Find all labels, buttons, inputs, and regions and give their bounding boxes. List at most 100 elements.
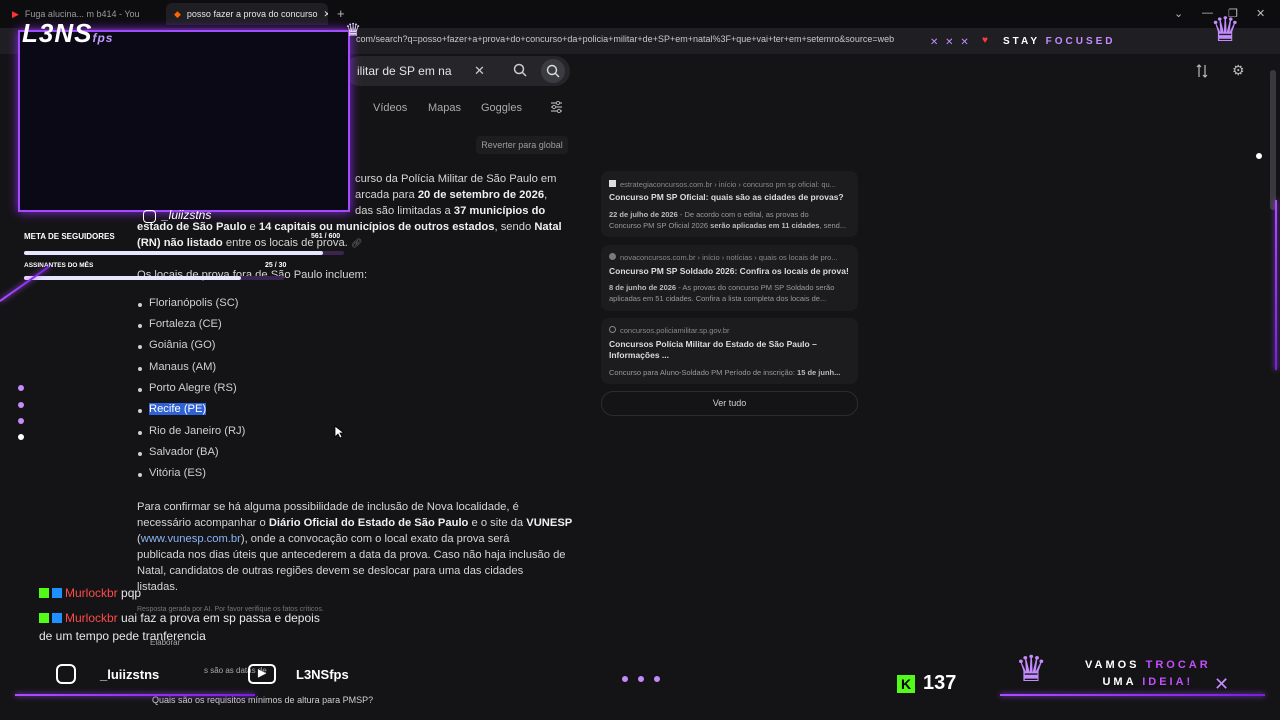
source-title[interactable]: Concursos Polícia Militar do Estado de S… xyxy=(609,339,829,361)
chat-message: Murlockbr uai faz a prova em sp passa e … xyxy=(39,609,320,627)
answer-line-1: curso da Polícia Militar de São Paulo em xyxy=(355,173,557,185)
crown-icon: ♛ xyxy=(1210,11,1241,49)
search-options-icon[interactable] xyxy=(550,101,563,113)
source-desc: 22 de julho de 2026 - De acordo com o ed… xyxy=(609,210,809,219)
instagram-icon xyxy=(56,664,76,684)
follower-goal-label: META DE SEGUIDORES xyxy=(24,232,115,241)
paragraph-2-line-6: listadas. xyxy=(137,581,179,593)
search-input[interactable]: ilitar de SP em na xyxy=(357,64,452,78)
source-domain: estrategiaconcursos.com.br › início › co… xyxy=(609,180,849,189)
source-desc: 8 de junho de 2026 - As provas do concur… xyxy=(609,283,835,292)
list-item: Rio de Janeiro (RJ) xyxy=(137,425,246,437)
x-decor: ✕ xyxy=(1214,674,1230,694)
youtube-icon: ▶ xyxy=(248,664,276,684)
heart-icon: ♥ xyxy=(982,35,988,46)
chat-message-cont: de um tempo pede tranferencia xyxy=(39,629,206,643)
vunesp-link[interactable]: www.vunesp.com.br xyxy=(141,533,241,545)
dot-decor xyxy=(1256,153,1262,159)
dot-decor xyxy=(18,385,24,391)
screen: ▶ Fuga alucina... m b414 - You ◆ posso f… xyxy=(0,0,1280,720)
youtube-social: ▶ L3NSfps xyxy=(248,658,349,690)
instagram-handle-small: _luiizstns xyxy=(162,208,212,222)
chat-message: Murlockbr pqp xyxy=(39,584,141,602)
tab-search[interactable]: ◆ posso fazer a prova do concurso ✕ xyxy=(166,3,328,25)
vamos-trocar-banner: VAMOS TROCAR UMA IDEIA! xyxy=(1085,659,1211,688)
list-item: Manaus (AM) xyxy=(137,361,217,373)
tab-search-menu-icon[interactable]: ⌄ xyxy=(1174,7,1183,20)
close-tab-icon[interactable]: ✕ xyxy=(324,9,329,20)
tab-goggles[interactable]: Goggles xyxy=(481,102,522,114)
dot-decor xyxy=(654,676,660,682)
link-icon[interactable]: 🔗︎ xyxy=(351,238,362,248)
filter-sort-icon[interactable] xyxy=(1196,64,1208,78)
see-all-button[interactable]: Ver tudo xyxy=(601,391,858,416)
kick-badge-icon xyxy=(39,588,49,598)
search-icon[interactable] xyxy=(513,63,527,77)
channel-logo: L3NSfps xyxy=(22,18,114,48)
kick-badge-icon xyxy=(39,613,49,623)
sub-badge-icon xyxy=(52,588,62,598)
close-window-icon[interactable]: ✕ xyxy=(1256,7,1265,20)
tab-videos[interactable]: Vídeos xyxy=(373,102,407,114)
source-card[interactable]: novaconcursos.com.br › início › notícias… xyxy=(601,245,858,311)
dot-decor xyxy=(622,676,628,682)
list-item: Vitória (ES) xyxy=(138,467,206,479)
list-item: Salvador (BA) xyxy=(138,446,219,458)
stay-focused-banner: STAY FOCUSED xyxy=(1003,36,1116,47)
source-title[interactable]: Concurso PM SP Oficial: quais são as cid… xyxy=(609,192,849,203)
source-card[interactable]: concursos.policiamilitar.sp.gov.br Concu… xyxy=(601,318,858,384)
source-domain: concursos.policiamilitar.sp.gov.br xyxy=(609,326,849,335)
instagram-icon xyxy=(143,210,156,223)
ai-search-button[interactable] xyxy=(541,59,565,83)
source-title[interactable]: Concurso PM SP Soldado 2026: Confira os … xyxy=(609,266,854,277)
dot-decor xyxy=(18,418,24,424)
youtube-icon: ▶ xyxy=(12,8,19,19)
follower-goal-fill xyxy=(24,251,324,255)
paragraph-2-line-5: Natal, candidatos de outras regiões deve… xyxy=(137,565,524,577)
source-desc-2: aplicadas em 51 cidades. Confira a lista… xyxy=(609,294,827,303)
list-item: Goiânia (GO) xyxy=(138,339,216,351)
source-domain: novaconcursos.com.br › início › notícias… xyxy=(609,253,849,262)
neon-decor-right xyxy=(1275,200,1277,370)
mouse-cursor-icon xyxy=(334,425,344,439)
x-decor: ✕ ✕ ✕ xyxy=(930,37,971,48)
answer-line-3: das são limitadas a 37 municípios do xyxy=(355,205,546,217)
source-desc-2: Concurso PM SP Oficial 2026 serão aplica… xyxy=(609,221,847,230)
list-item: Florianópolis (SC) xyxy=(138,297,239,309)
answer-line-2: arcada para 20 de setembro de 2026, xyxy=(355,189,548,201)
source-card[interactable]: estrategiaconcursos.com.br › início › co… xyxy=(601,171,858,237)
tab-maps[interactable]: Mapas xyxy=(428,102,461,114)
site-favicon-icon xyxy=(609,253,616,260)
url-field[interactable]: com/search?q=posso+fazer+a+prova+do+conc… xyxy=(356,34,926,44)
webcam-frame xyxy=(18,30,350,212)
sparkle-search-icon xyxy=(546,64,560,78)
source-desc: Concurso para Aluno-Soldado PM Período d… xyxy=(609,368,841,377)
follower-goal-value: 561 / 600 xyxy=(311,233,341,240)
kick-icon: K xyxy=(897,674,915,693)
new-tab-button[interactable]: + xyxy=(337,6,345,21)
neon-decor-bottom xyxy=(15,694,255,696)
tab-label: posso fazer a prova do concurso xyxy=(186,9,318,19)
neon-decor xyxy=(0,265,50,302)
brave-icon: ◆ xyxy=(174,8,181,19)
settings-gear-icon[interactable]: ⚙ xyxy=(1232,62,1245,79)
paragraph-2-line-3: (www.vunesp.com.br), onde a convocação c… xyxy=(137,533,510,545)
paragraph-2-line-2: necessário acompanhar o Diário Oficial d… xyxy=(137,517,573,529)
followup-suggestion[interactable]: Quais são os requisitos mínimos de altur… xyxy=(130,690,570,710)
site-favicon-icon xyxy=(609,180,616,187)
kick-viewer-count: K 137 xyxy=(897,672,956,695)
dot-decor xyxy=(18,402,24,408)
subs-label: ASSINANTES DO MÊS xyxy=(24,262,94,269)
instagram-social: _luiizstns xyxy=(56,658,159,690)
paragraph-2-line-1: Para confirmar se há alguma possibilidad… xyxy=(137,501,519,513)
paragraph-2-line-4: publicada nos dias úteis que antecederem… xyxy=(137,549,566,561)
list-item: Recife (PE) xyxy=(137,403,207,415)
clear-icon[interactable]: ✕ xyxy=(474,63,485,79)
list-item: Porto Alegre (RS) xyxy=(138,382,237,394)
dot-decor xyxy=(638,676,644,682)
crown-icon: ♛ xyxy=(1015,648,1048,689)
scrollbar-thumb[interactable] xyxy=(1270,70,1276,210)
revert-global-button[interactable]: Reverter para global xyxy=(476,136,568,154)
crown-icon: ♛ xyxy=(345,20,362,40)
list-item: Fortaleza (CE) xyxy=(138,318,222,330)
